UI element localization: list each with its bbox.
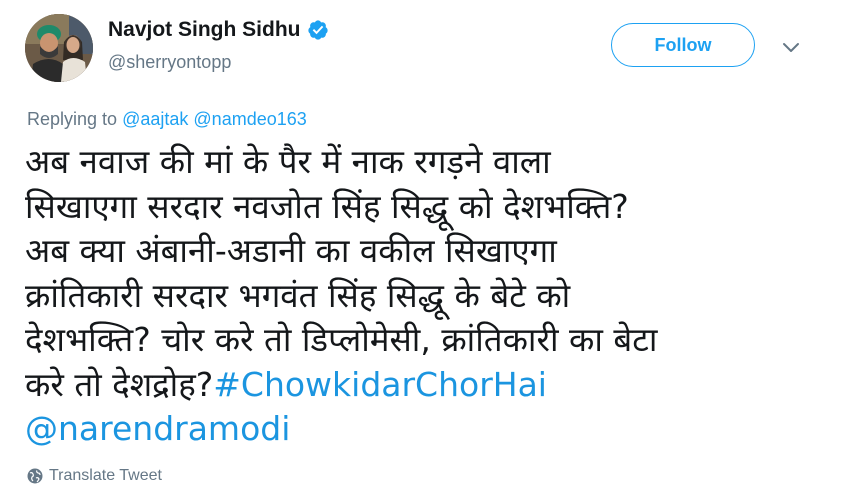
tweet-line: देशभक्ति? चोर करे तो डिप्लोमेसी, क्रांति… <box>25 320 658 359</box>
tweet-line: अब क्या अंबानी-अडानी का वकील सिखाएगा <box>25 231 557 270</box>
translate-tweet-label[interactable]: Translate Tweet <box>49 467 162 485</box>
tweet-line: क्रांतिकारी सरदार भगवंत सिंह सिद्धू के ब… <box>25 275 571 315</box>
replying-to-label: Replying to <box>27 109 118 129</box>
hashtag-link[interactable]: #ChowkidarChorHai <box>213 365 547 404</box>
tweet-line-text: करे तो देशद्रोह? <box>25 364 214 404</box>
replying-to: Replying to @aajtak @namdeo163 <box>27 109 307 130</box>
tweet-line-mention: @narendramodi <box>25 407 825 452</box>
author-name-row[interactable]: Navjot Singh Sidhu <box>108 18 329 42</box>
globe-icon <box>27 468 43 484</box>
reply-mention-aajtak[interactable]: @aajtak <box>122 109 188 129</box>
tweet-card: Navjot Singh Sidhu @sherryontopp Follow … <box>0 0 850 501</box>
tweet-text: अब नवाज की मां के पैर में नाक रगड़ने वाल… <box>25 140 825 452</box>
author-display-name[interactable]: Navjot Singh Sidhu <box>108 18 301 42</box>
reply-mention-namdeo163[interactable]: @namdeo163 <box>193 109 306 129</box>
tweet-line: अब नवाज की मां के पैर में नाक रगड़ने वाल… <box>25 142 551 181</box>
verified-badge-icon <box>307 20 328 40</box>
tweet-line: सिखाएगा सरदार नवजोत सिंह सिद्धू को देशभक… <box>25 186 629 226</box>
profile-photo-icon <box>25 14 93 82</box>
author-handle[interactable]: @sherryontopp <box>108 52 231 73</box>
chevron-down-icon[interactable] <box>780 36 802 58</box>
tweet-line-last: करे तो देशद्रोह?#ChowkidarChorHai <box>25 363 825 408</box>
translate-tweet-button[interactable]: Translate Tweet <box>27 467 162 485</box>
follow-button[interactable]: Follow <box>611 23 755 67</box>
avatar[interactable] <box>25 14 93 82</box>
mention-link-narendramodi[interactable]: @narendramodi <box>25 409 290 448</box>
